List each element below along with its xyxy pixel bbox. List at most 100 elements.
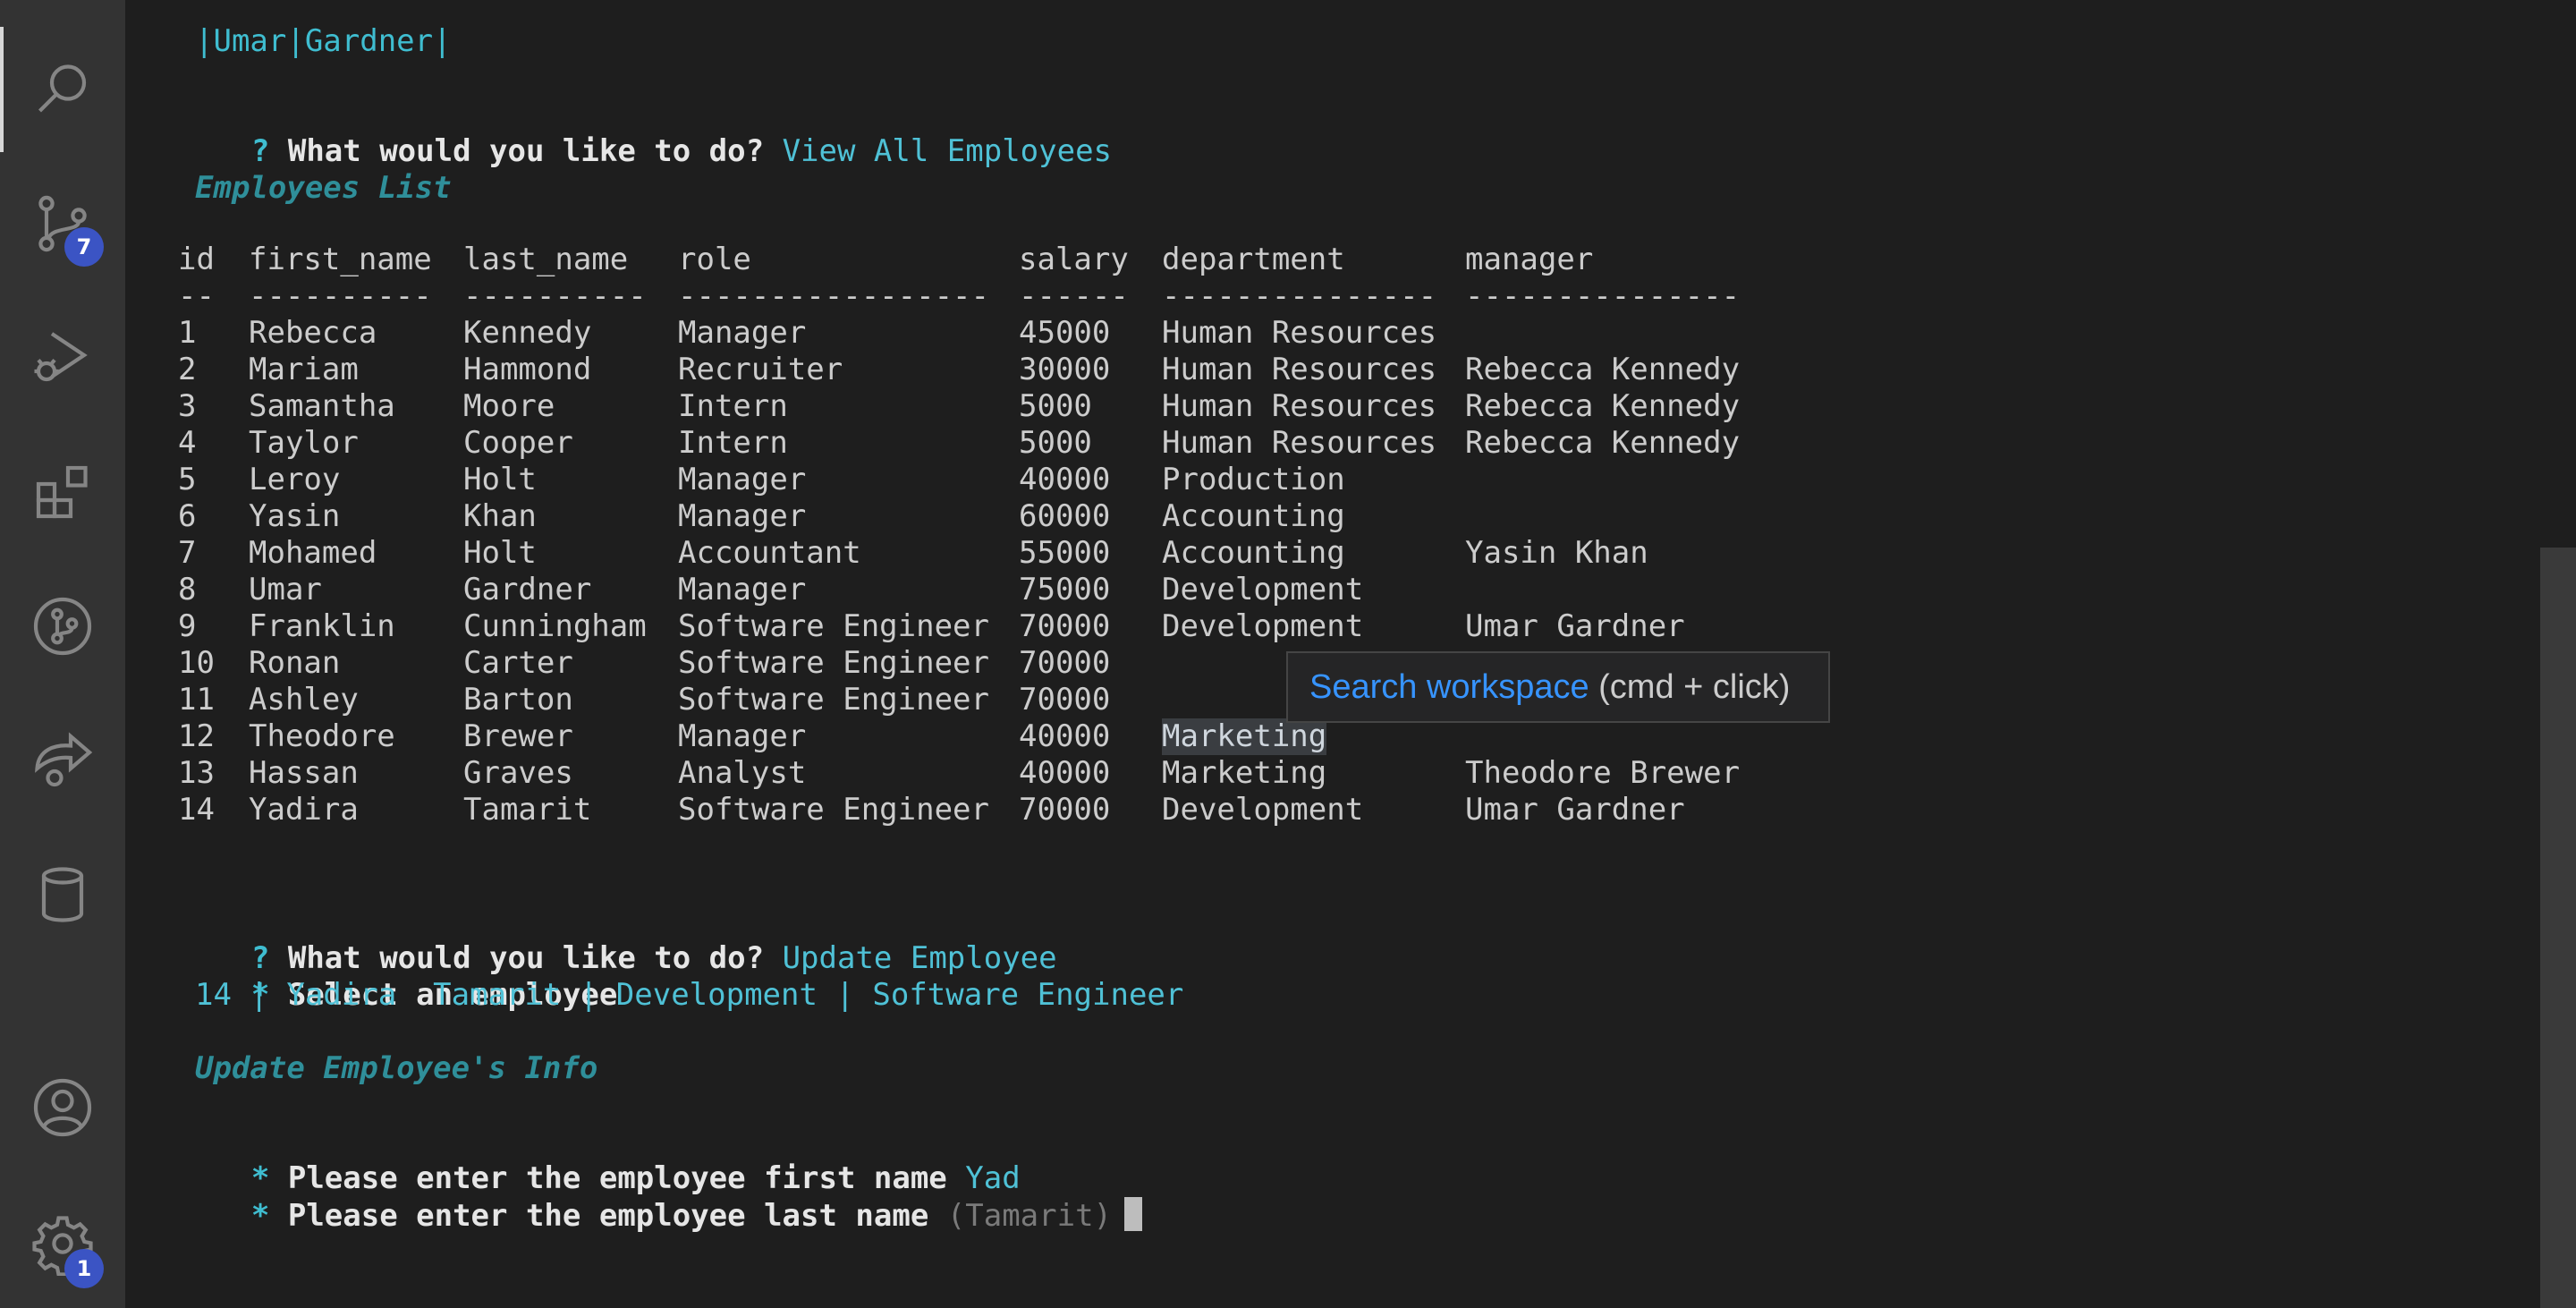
cell-last-name: Kennedy bbox=[463, 315, 592, 351]
terminal-top-line: |Umar|Gardner| bbox=[195, 23, 452, 59]
cell-salary: 5000 bbox=[1019, 425, 1092, 461]
source-control-badge: 7 bbox=[64, 227, 104, 267]
section-title-employees-list: Employees List bbox=[195, 170, 452, 206]
table-underline: -- ---------- ---------- ---------------… bbox=[178, 278, 1740, 315]
cell-last-name: Gardner bbox=[463, 572, 592, 607]
cell-first-name: Yasin bbox=[249, 498, 341, 534]
cell-role: Analyst bbox=[678, 755, 807, 791]
last-name-prompt: * Please enter the employee last name (T… bbox=[178, 1160, 1143, 1271]
cell-first-name: Rebecca bbox=[249, 315, 377, 351]
terminal-scrollbar[interactable] bbox=[2540, 548, 2576, 1308]
cell-role: Intern bbox=[678, 425, 788, 461]
cell-manager: Theodore Brewer bbox=[1465, 755, 1741, 791]
cell-manager: Yasin Khan bbox=[1465, 535, 1648, 571]
cell-last-name: Brewer bbox=[463, 718, 573, 754]
column-header: manager bbox=[1465, 242, 1594, 277]
cell-department: Accounting bbox=[1162, 498, 1345, 534]
cell-id: 8 bbox=[178, 572, 197, 607]
tooltip-hint: (cmd + click) bbox=[1589, 667, 1791, 706]
git-graph-icon[interactable] bbox=[0, 564, 125, 689]
cell-salary: 70000 bbox=[1019, 792, 1111, 828]
cell-first-name: Mariam bbox=[249, 352, 359, 387]
cell-last-name: Barton bbox=[463, 682, 573, 718]
cell-department: Human Resources bbox=[1162, 388, 1437, 424]
cell-department: Development bbox=[1162, 608, 1364, 644]
cell-department: Development bbox=[1162, 572, 1364, 607]
column-underline: ------ bbox=[1019, 278, 1129, 314]
cell-manager: Umar Gardner bbox=[1465, 608, 1685, 644]
cell-role: Manager bbox=[678, 315, 807, 351]
column-header: salary bbox=[1019, 242, 1129, 277]
source-control-icon[interactable]: 7 bbox=[0, 161, 125, 286]
cell-id: 6 bbox=[178, 498, 197, 534]
cell-role: Intern bbox=[678, 388, 788, 424]
search-workspace-link[interactable]: Search workspace bbox=[1309, 668, 1589, 706]
activity-bar: 7 1 bbox=[0, 0, 125, 1308]
column-header: department bbox=[1162, 242, 1345, 277]
cell-id: 7 bbox=[178, 535, 197, 571]
cell-first-name: Samantha bbox=[249, 388, 395, 424]
cell-id: 2 bbox=[178, 352, 197, 387]
column-underline: --------------- bbox=[1162, 278, 1437, 314]
cell-first-name: Taylor bbox=[249, 425, 359, 461]
cell-role: Software Engineer bbox=[678, 608, 989, 644]
cell-last-name: Moore bbox=[463, 388, 555, 424]
last-name-label: Please enter the employee last name bbox=[287, 1198, 929, 1234]
cell-last-name: Holt bbox=[463, 535, 537, 571]
cell-id: 3 bbox=[178, 388, 197, 424]
search-workspace-tooltip: Search workspace (cmd + click) bbox=[1286, 651, 1830, 723]
account-icon[interactable] bbox=[0, 1045, 125, 1170]
cell-first-name: Franklin bbox=[249, 608, 395, 644]
column-underline: --------------- bbox=[1465, 278, 1741, 314]
column-underline: -- bbox=[178, 278, 215, 314]
live-share-icon[interactable] bbox=[0, 698, 125, 823]
cell-department: Production bbox=[1162, 462, 1345, 497]
column-underline: ---------- bbox=[249, 278, 432, 314]
cell-salary: 5000 bbox=[1019, 388, 1092, 424]
cell-first-name: Ashley bbox=[249, 682, 359, 718]
cell-department: Marketing bbox=[1162, 755, 1327, 791]
cell-salary: 40000 bbox=[1019, 755, 1111, 791]
cell-manager: Rebecca Kennedy bbox=[1465, 352, 1741, 387]
cell-role: Manager bbox=[678, 462, 807, 497]
cell-manager: Rebecca Kennedy bbox=[1465, 425, 1741, 461]
cell-last-name: Khan bbox=[463, 498, 537, 534]
cell-last-name: Tamarit bbox=[463, 792, 592, 828]
column-header: last_name bbox=[463, 242, 629, 277]
extensions-icon[interactable] bbox=[0, 429, 125, 555]
cell-salary: 70000 bbox=[1019, 682, 1111, 718]
database-icon[interactable] bbox=[0, 832, 125, 957]
cell-first-name: Theodore bbox=[249, 718, 395, 754]
cell-first-name: Umar bbox=[249, 572, 322, 607]
cell-role: Software Engineer bbox=[678, 645, 989, 681]
cell-salary: 60000 bbox=[1019, 498, 1111, 534]
cell-role: Manager bbox=[678, 718, 807, 754]
settings-gear-icon[interactable]: 1 bbox=[0, 1181, 125, 1306]
cell-salary: 40000 bbox=[1019, 718, 1111, 754]
column-underline: ----------------- bbox=[678, 278, 989, 314]
last-name-default: (Tamarit) bbox=[946, 1198, 1113, 1234]
prompt-star: * bbox=[250, 1198, 270, 1234]
cell-department: Human Resources bbox=[1162, 425, 1437, 461]
selected-employee: 14 | Yadira Tamarit | Development | Soft… bbox=[195, 977, 1184, 1013]
cell-last-name: Graves bbox=[463, 755, 573, 791]
cell-salary: 70000 bbox=[1019, 608, 1111, 644]
cell-last-name: Holt bbox=[463, 462, 537, 497]
terminal-cursor[interactable] bbox=[1124, 1197, 1143, 1231]
search-icon[interactable] bbox=[0, 27, 125, 152]
column-underline: ---------- bbox=[463, 278, 647, 314]
terminal-panel[interactable]: |Umar|Gardner| ? What would you like to … bbox=[125, 0, 2540, 1308]
cell-id: 12 bbox=[178, 718, 215, 754]
prompt-text: What would you like to do? bbox=[287, 133, 765, 169]
cell-last-name: Cooper bbox=[463, 425, 573, 461]
cell-id: 9 bbox=[178, 608, 197, 644]
cell-department: Marketing bbox=[1162, 718, 1327, 755]
column-header: role bbox=[678, 242, 751, 277]
prompt-question-mark: ? bbox=[250, 133, 270, 169]
cell-first-name: Mohamed bbox=[249, 535, 377, 571]
prompt-answer-2: Update Employee bbox=[782, 940, 1057, 976]
cell-id: 5 bbox=[178, 462, 197, 497]
cell-first-name: Ronan bbox=[249, 645, 341, 681]
cell-salary: 55000 bbox=[1019, 535, 1111, 571]
run-debug-icon[interactable] bbox=[0, 295, 125, 420]
